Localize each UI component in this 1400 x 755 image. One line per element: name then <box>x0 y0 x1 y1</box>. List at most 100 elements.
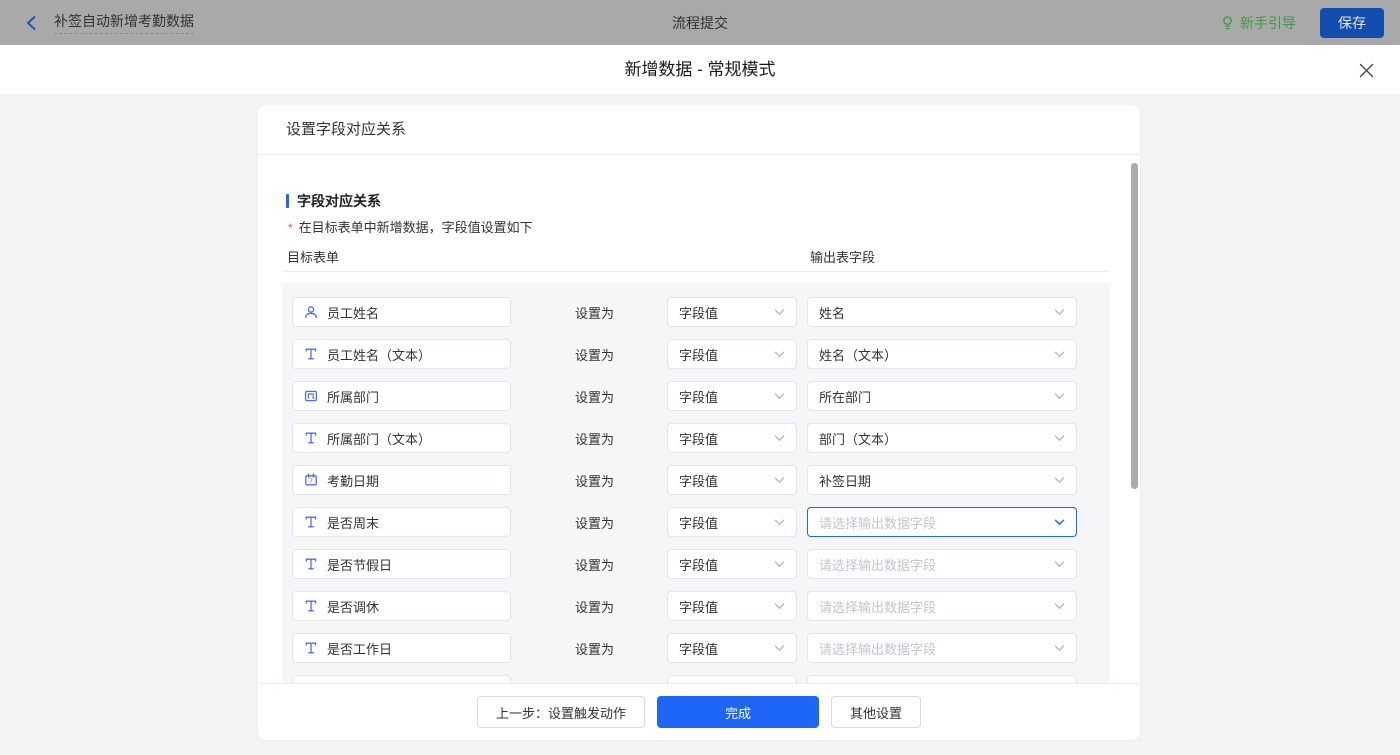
output-field-select[interactable]: 请选择输出数据字段 <box>807 591 1077 621</box>
flow-submit-label: 流程提交 <box>0 13 1400 33</box>
chevron-down-icon <box>1054 561 1065 568</box>
set-as-label: 设置为 <box>575 429 614 448</box>
field-mapping-row: 员工姓名 设置为 字段值 姓名 <box>282 297 1110 327</box>
rows-panel: 员工姓名 设置为 字段值 姓名 员工姓名（文本） 设置为 字段值 姓名（文本） … <box>282 283 1110 683</box>
value-type-select[interactable]: 字段值 <box>667 507 797 537</box>
chevron-down-icon <box>1054 351 1065 358</box>
dept-field-icon <box>304 389 318 403</box>
chevron-down-icon <box>1054 477 1065 484</box>
topbar: 补签自动新增考勤数据 流程提交 新手引导 保存 <box>0 0 1400 45</box>
set-as-label: 设置为 <box>575 345 614 364</box>
modal-title: 新增数据 - 常规模式 <box>0 45 1400 95</box>
field-mapping-row: 7 考勤日期 设置为 字段值 补签日期 <box>282 465 1110 495</box>
chevron-down-icon <box>1054 645 1065 652</box>
newbie-guide-label: 新手引导 <box>1240 13 1296 33</box>
field-mapping-row <box>282 675 1110 683</box>
set-as-label: 设置为 <box>575 387 614 406</box>
chevron-down-icon <box>774 561 785 568</box>
section-title: 字段对应关系 <box>286 191 381 211</box>
text-field-icon <box>304 557 318 571</box>
column-header-divider <box>282 271 1110 272</box>
chevron-down-icon <box>774 351 785 358</box>
date-field-icon: 7 <box>304 473 318 487</box>
chevron-down-icon <box>774 309 785 316</box>
save-button[interactable]: 保存 <box>1320 8 1384 38</box>
chevron-down-icon <box>1054 435 1065 442</box>
field-mapping-row: 所属部门（文本） 设置为 字段值 部门（文本） <box>282 423 1110 453</box>
value-type-select[interactable]: 字段值 <box>667 591 797 621</box>
value-type-select[interactable]: 字段值 <box>667 423 797 453</box>
value-type-select[interactable]: 字段值 <box>667 633 797 663</box>
card-title: 设置字段对应关系 <box>258 105 1140 155</box>
set-as-label: 设置为 <box>575 303 614 322</box>
field-mapping-row: 是否调休 设置为 字段值 请选择输出数据字段 <box>282 591 1110 621</box>
user-field-icon <box>304 305 318 319</box>
target-field-box[interactable]: 是否节假日 <box>292 549 511 579</box>
set-as-label: 设置为 <box>575 639 614 658</box>
set-as-label: 设置为 <box>575 513 614 532</box>
chevron-down-icon <box>1054 519 1065 526</box>
chevron-down-icon <box>774 477 785 484</box>
svg-text:7: 7 <box>309 478 313 485</box>
section-note: *在目标表单中新增数据，字段值设置如下 <box>288 217 533 236</box>
modal-header: 新增数据 - 常规模式 <box>0 45 1400 95</box>
lightbulb-icon <box>1220 15 1235 31</box>
close-icon[interactable] <box>1356 60 1376 80</box>
chevron-down-icon <box>774 435 785 442</box>
target-form-column-label: 目标表单 <box>287 247 339 266</box>
output-field-select[interactable]: 姓名 <box>807 297 1077 327</box>
newbie-guide-link[interactable]: 新手引导 <box>1220 13 1296 33</box>
output-field-select[interactable]: 请选择输出数据字段 <box>807 549 1077 579</box>
chevron-down-icon <box>1054 393 1065 400</box>
field-mapping-row: 是否周末 设置为 字段值 请选择输出数据字段 <box>282 507 1110 537</box>
other-settings-button[interactable]: 其他设置 <box>831 696 921 728</box>
output-field-select[interactable] <box>807 675 1077 683</box>
output-field-select[interactable]: 部门（文本） <box>807 423 1077 453</box>
field-mapping-row: 是否工作日 设置为 字段值 请选择输出数据字段 <box>282 633 1110 663</box>
output-field-select[interactable]: 请选择输出数据字段 <box>807 507 1077 537</box>
text-field-icon <box>304 347 318 361</box>
chevron-down-icon <box>774 393 785 400</box>
text-field-icon <box>304 515 318 529</box>
field-mapping-card: 设置字段对应关系 字段对应关系 *在目标表单中新增数据，字段值设置如下 目标表单… <box>258 105 1140 740</box>
chevron-down-icon <box>774 519 785 526</box>
done-button[interactable]: 完成 <box>657 696 819 728</box>
column-headers: 目标表单 输出表字段 <box>286 247 1110 267</box>
target-field-box[interactable]: 是否周末 <box>292 507 511 537</box>
target-field-box[interactable]: 是否调休 <box>292 591 511 621</box>
output-field-select[interactable]: 所在部门 <box>807 381 1077 411</box>
chevron-down-icon <box>774 645 785 652</box>
set-as-label: 设置为 <box>575 555 614 574</box>
card-footer: 上一步：设置触发动作 完成 其他设置 <box>258 683 1140 740</box>
value-type-select[interactable]: 字段值 <box>667 381 797 411</box>
target-field-box[interactable]: 所属部门（文本） <box>292 423 511 453</box>
value-type-select[interactable]: 字段值 <box>667 465 797 495</box>
target-field-box[interactable]: 所属部门 <box>292 381 511 411</box>
target-field-box[interactable]: 员工姓名 <box>292 297 511 327</box>
output-field-select[interactable]: 补签日期 <box>807 465 1077 495</box>
modal-body: 设置字段对应关系 字段对应关系 *在目标表单中新增数据，字段值设置如下 目标表单… <box>0 95 1400 755</box>
required-mark: * <box>288 221 293 235</box>
chevron-down-icon <box>1054 603 1065 610</box>
value-type-select[interactable]: 字段值 <box>667 297 797 327</box>
prev-step-button[interactable]: 上一步：设置触发动作 <box>477 696 645 728</box>
scrollbar-thumb[interactable] <box>1131 163 1138 489</box>
target-field-box[interactable]: 员工姓名（文本） <box>292 339 511 369</box>
chevron-down-icon <box>1054 309 1065 316</box>
field-mapping-row: 所属部门 设置为 字段值 所在部门 <box>282 381 1110 411</box>
value-type-select[interactable]: 字段值 <box>667 549 797 579</box>
value-type-select[interactable] <box>667 675 797 683</box>
output-field-select[interactable]: 姓名（文本） <box>807 339 1077 369</box>
value-type-select[interactable]: 字段值 <box>667 339 797 369</box>
set-as-label: 设置为 <box>575 471 614 490</box>
set-as-label: 设置为 <box>575 597 614 616</box>
output-field-column-label: 输出表字段 <box>810 247 875 266</box>
target-field-box[interactable]: 7 考勤日期 <box>292 465 511 495</box>
output-field-select[interactable]: 请选择输出数据字段 <box>807 633 1077 663</box>
text-field-icon <box>304 599 318 613</box>
target-field-box[interactable] <box>292 675 511 683</box>
section-accent-bar <box>286 194 289 208</box>
field-mapping-row: 员工姓名（文本） 设置为 字段值 姓名（文本） <box>282 339 1110 369</box>
text-field-icon <box>304 431 318 445</box>
target-field-box[interactable]: 是否工作日 <box>292 633 511 663</box>
